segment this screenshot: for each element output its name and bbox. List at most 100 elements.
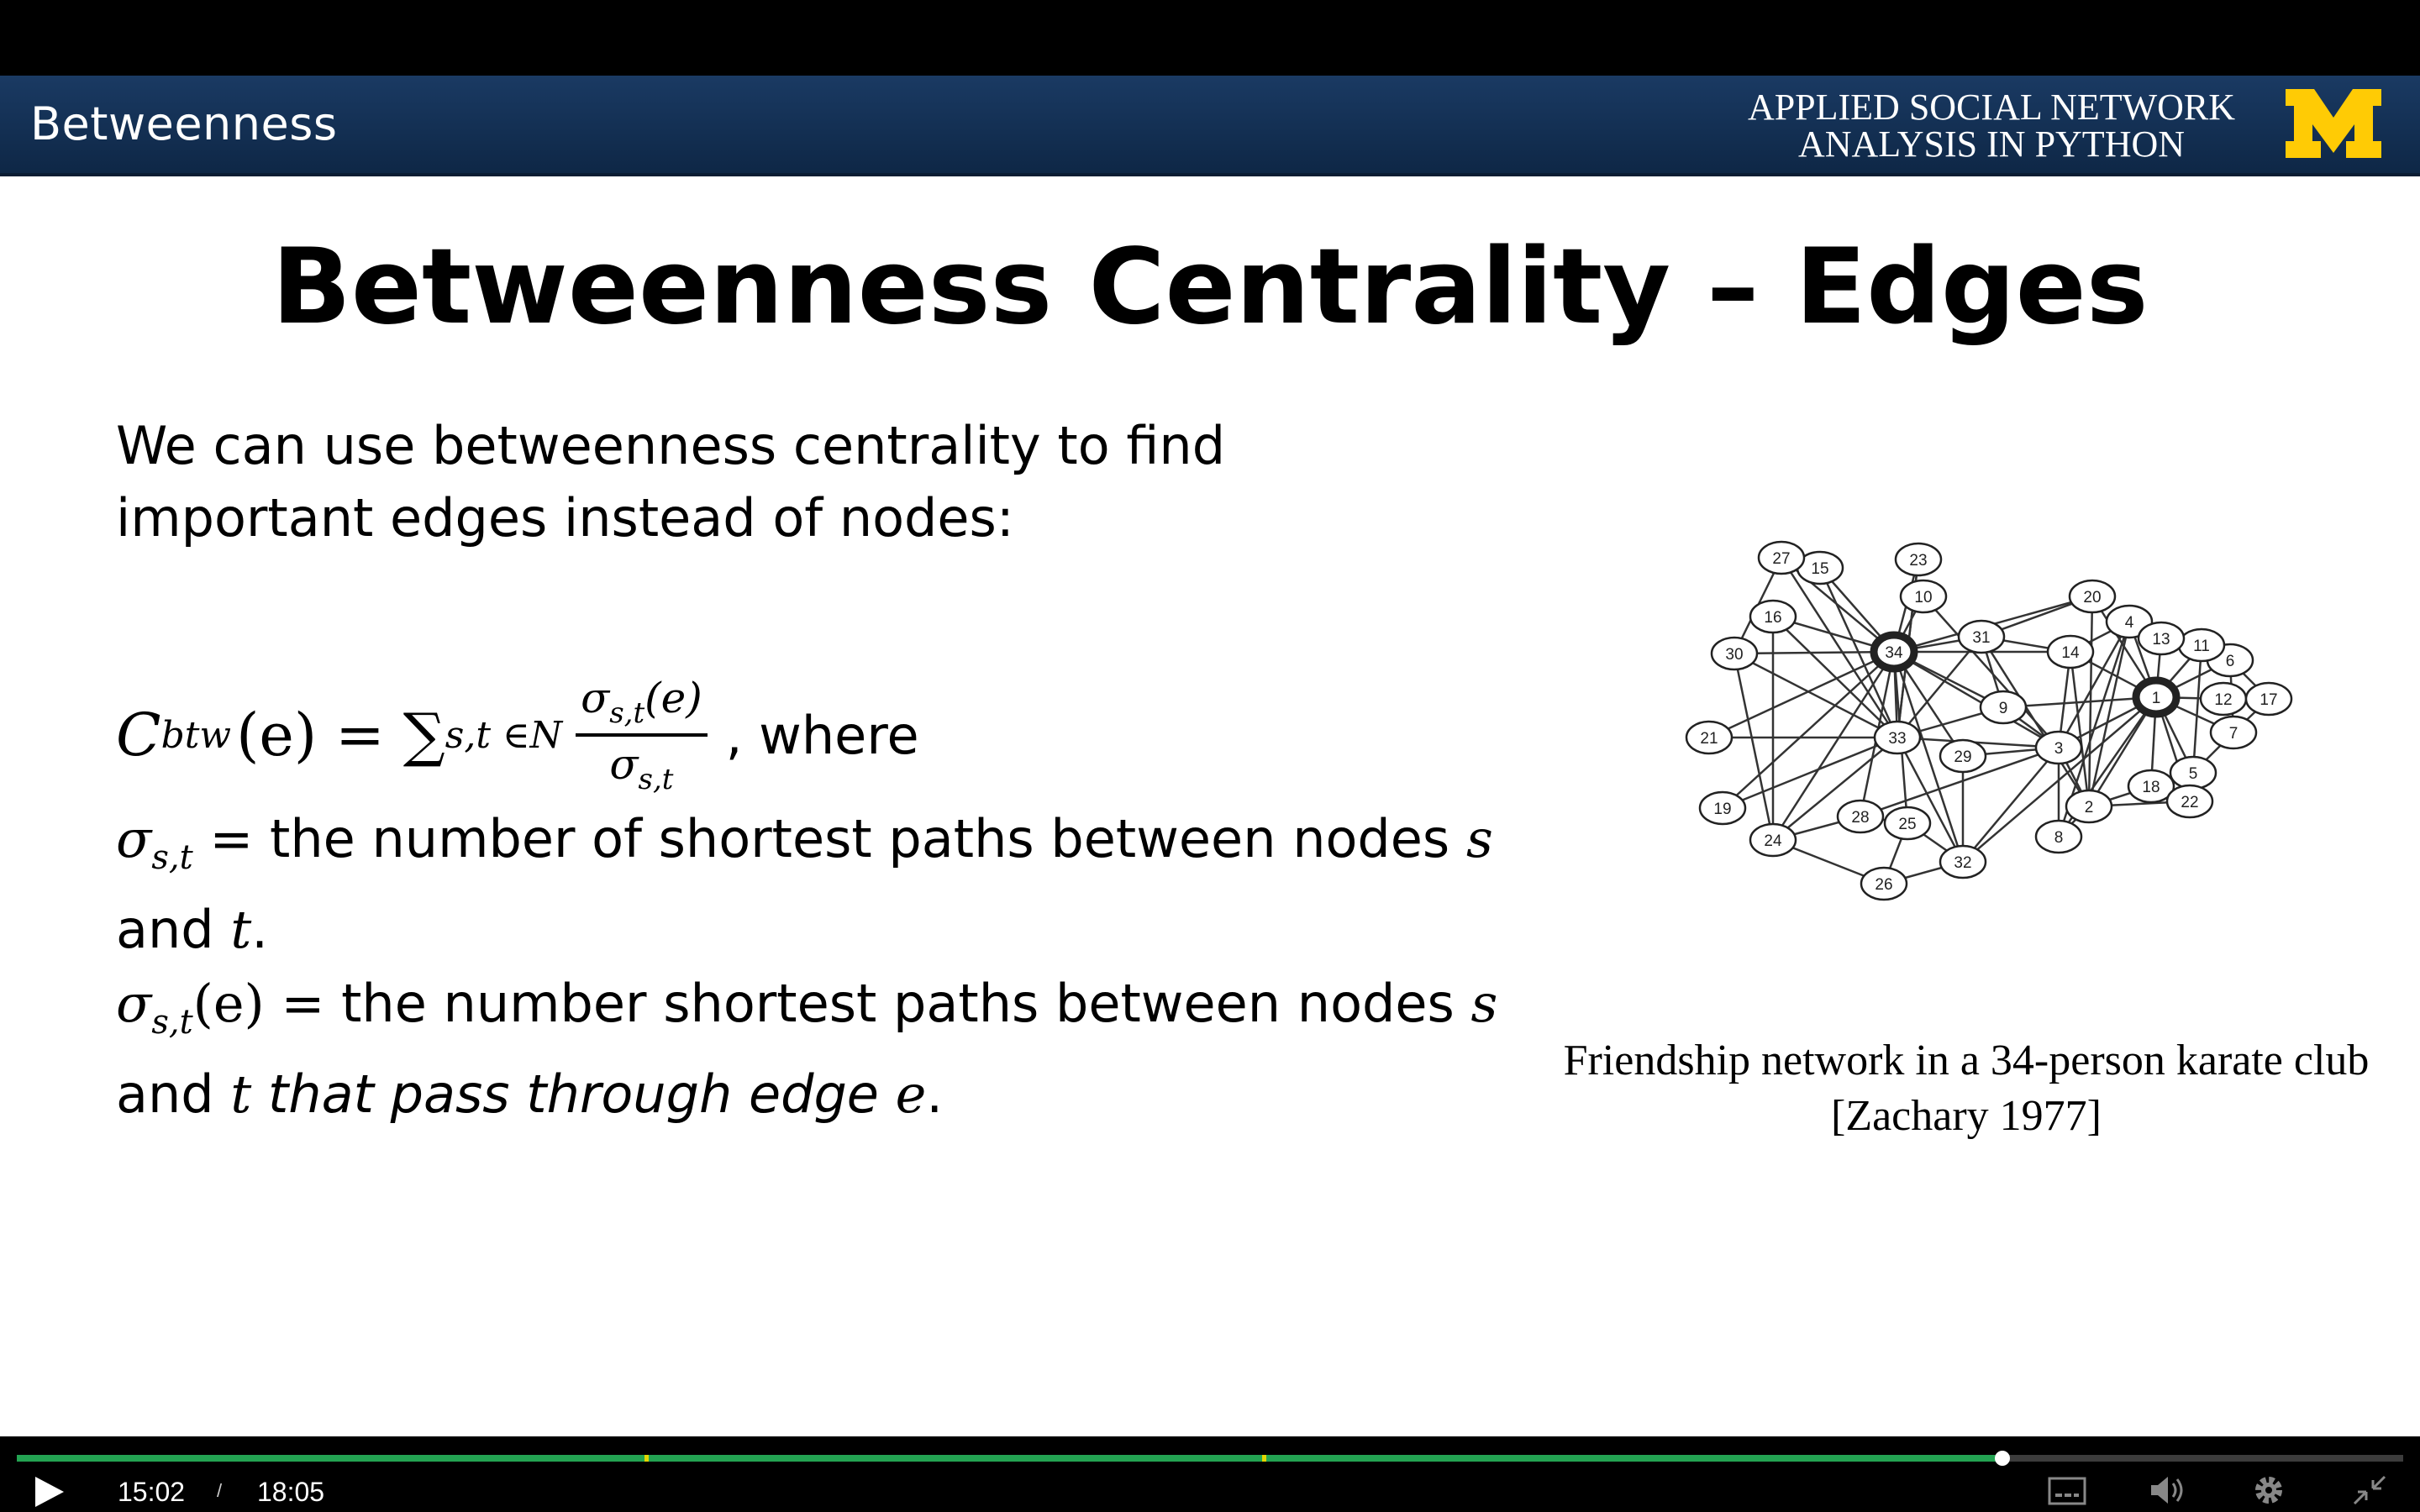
network-caption: Friendship network in a 34-person karate… [1512, 1033, 2420, 1144]
network-node-label: 5 [2189, 765, 2198, 783]
network-node-label: 16 [1764, 609, 1781, 627]
network-node-34: 34 [1870, 631, 1918, 673]
volume-icon[interactable] [2148, 1472, 2188, 1509]
network-node-label: 11 [2193, 638, 2210, 655]
network-node-20: 20 [2068, 579, 2117, 614]
network-node-label: 21 [1700, 730, 1718, 748]
network-node-5: 5 [2169, 755, 2217, 790]
network-node-3: 3 [2034, 730, 2083, 765]
network-node-33: 33 [1873, 720, 1922, 755]
network-node-label: 2 [2085, 799, 2094, 816]
denominator-sub: s,t [638, 763, 674, 796]
sum-symbol: ∑ [402, 701, 445, 769]
network-node-26: 26 [1860, 866, 1908, 901]
current-time: 15:02 [118, 1477, 186, 1507]
fraction-numerator: σs,t(e) [576, 674, 708, 737]
def2-end: . [926, 1063, 944, 1125]
chapter-marker [1262, 1455, 1267, 1462]
slide-title: Betweenness Centrality – Edges [271, 227, 2149, 348]
video-controls: 15:02 / 18:05 [0, 1436, 2420, 1512]
network-node-27: 27 [1757, 540, 1806, 575]
fraction: σs,t(e) σ s,t [576, 674, 708, 796]
network-node-11: 11 [2177, 627, 2226, 663]
intro-text: We can use betweenness centrality to fin… [116, 415, 1226, 549]
network-node-28: 28 [1836, 799, 1885, 834]
formula-symbol-sub: btw [160, 713, 232, 757]
def2-t: t [230, 1063, 252, 1125]
network-node-30: 30 [1710, 636, 1759, 671]
exit-fullscreen-icon[interactable] [2349, 1472, 2390, 1509]
numerator-arg: (e) [644, 674, 702, 722]
network-node-label: 33 [1888, 730, 1906, 748]
def2-e: e [895, 1063, 927, 1125]
network-node-1: 1 [2132, 676, 2181, 718]
network-node-24: 24 [1749, 822, 1797, 858]
network-node-label: 24 [1764, 832, 1782, 850]
network-node-9: 9 [1979, 690, 2028, 725]
progress-bar[interactable] [17, 1451, 2403, 1466]
network-node-12: 12 [2199, 681, 2248, 717]
def1-symbol: σ [116, 808, 152, 869]
network-node-label: 31 [1972, 629, 1990, 647]
def2-text-c: that pass through edge [251, 1063, 896, 1125]
network-node-label: 32 [1954, 854, 1971, 872]
network-node-22: 22 [2165, 784, 2214, 819]
captions-icon[interactable] [2047, 1472, 2087, 1509]
network-node-label: 6 [2226, 653, 2235, 670]
network-node-19: 19 [1698, 790, 1747, 826]
network-edge [1722, 736, 1898, 810]
network-edge [1733, 650, 1895, 655]
definition-sigma: σs,t = the number of shortest paths betw… [116, 803, 1494, 966]
university-logo [2286, 89, 2381, 158]
network-node-label: 22 [2181, 794, 2198, 811]
duration: 18:05 [257, 1477, 325, 1507]
time-separator: / [217, 1480, 223, 1501]
network-node-label: 3 [2054, 740, 2064, 758]
network-node-label: 29 [1954, 748, 1971, 766]
def2-text-b: and [116, 1063, 231, 1125]
network-node-label: 7 [2229, 725, 2238, 743]
network-node-2: 2 [2065, 789, 2113, 824]
formula-equals: = [335, 701, 385, 769]
network-node-16: 16 [1749, 599, 1797, 634]
network-node-31: 31 [1957, 619, 2006, 654]
network-node-7: 7 [2209, 715, 2258, 750]
slide: Betweenness APPLIED SOCIAL NETWORK ANALY… [0, 76, 2420, 1436]
def1-text-b: and [116, 899, 231, 960]
network-node-label: 17 [2260, 691, 2277, 709]
formula-arg: (e) [236, 701, 318, 769]
def2-sub: s,t [151, 1003, 193, 1042]
network-edge [2191, 644, 2203, 774]
network-node-17: 17 [2244, 681, 2293, 717]
top-letterbox [0, 0, 2420, 76]
network-node-label: 25 [1898, 816, 1916, 833]
scrub-handle[interactable] [1994, 1451, 2010, 1466]
slide-banner: Betweenness APPLIED SOCIAL NETWORK ANALY… [0, 76, 2420, 176]
network-node-23: 23 [1894, 542, 1943, 577]
chapter-marker [644, 1455, 649, 1462]
numerator-symbol: σ [581, 674, 610, 722]
def2-symbol: σ [116, 973, 152, 1034]
caption-line-2: [Zachary 1977] [1831, 1092, 2102, 1140]
network-node-29: 29 [1939, 738, 1987, 774]
def2-text-a: = the number shortest paths between node… [264, 973, 1471, 1034]
caption-line-1: Friendship network in a 34-person karate… [1563, 1037, 2370, 1084]
network-node-label: 23 [1909, 552, 1927, 570]
settings-icon[interactable] [2249, 1472, 2289, 1509]
section-title: Betweenness [30, 97, 338, 150]
definition-sigma-e: σs,t(e) = the number shortest paths betw… [116, 968, 1502, 1131]
network-edge [1733, 652, 1898, 739]
network-node-label: 34 [1885, 644, 1903, 662]
def1-text-a: = the number of shortest paths between n… [192, 808, 1466, 869]
network-node-21: 21 [1685, 720, 1733, 755]
network-node-25: 25 [1883, 806, 1932, 841]
network-node-8: 8 [2034, 819, 2083, 854]
network-node-label: 10 [1914, 589, 1932, 606]
network-node-label: 30 [1725, 646, 1743, 664]
network-node-label: 15 [1811, 560, 1828, 578]
play-icon[interactable] [30, 1473, 67, 1510]
network-node-label: 1 [2152, 690, 2161, 707]
progress-fill [17, 1455, 2002, 1462]
network-node-32: 32 [1939, 844, 1987, 879]
network-node-14: 14 [2046, 634, 2095, 669]
